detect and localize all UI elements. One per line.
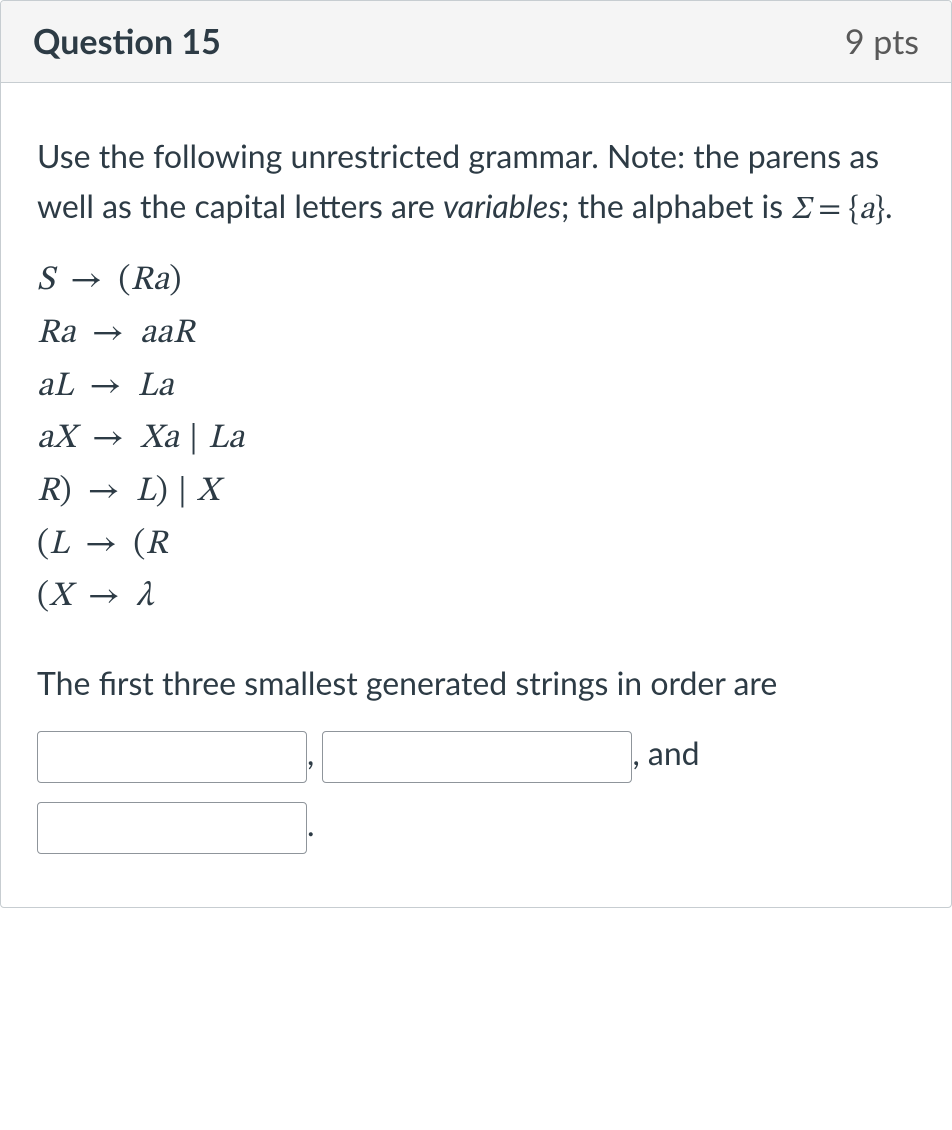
grammar-rhs: aaR [140, 317, 195, 351]
grammar-lhs: aX [37, 422, 76, 456]
intro-text-2: ; the alphabet is [561, 186, 791, 225]
question-header: Question 15 9 pts [1, 1, 951, 83]
arrow-icon: → [80, 466, 128, 519]
answer-lead-text: The first three smallest generated strin… [37, 663, 777, 702]
grammar-row: (L → (R [37, 519, 915, 572]
arrow-icon: → [84, 413, 132, 466]
grammar-lhs: S [37, 264, 54, 298]
grammar-rhs: λ [136, 580, 153, 614]
arrow-icon: → [84, 308, 132, 361]
grammar-row: aL → La [37, 361, 915, 414]
alphabet-a: a [859, 194, 874, 226]
grammar-row: R) → L)|X [37, 466, 915, 519]
grammar-rhs: L)|X [136, 475, 220, 509]
arrow-icon: → [62, 255, 110, 308]
answer-blank-1[interactable] [37, 731, 307, 783]
grammar-row: (X → λ [37, 571, 915, 624]
grammar-rhs: (R [133, 528, 168, 562]
grammar-row: aX → Xa|La [37, 413, 915, 466]
intro-variables-word: variables [443, 186, 561, 225]
grammar-rules: S → (Ra) Ra → aaR aL → La aX → Xa|La R) [37, 255, 915, 624]
answer-comma-1: , [307, 733, 322, 772]
answer-area: The first three smallest generated strin… [37, 648, 915, 859]
grammar-lhs: Ra [37, 317, 76, 351]
question-body: Use the following unrestricted grammar. … [1, 83, 951, 907]
arrow-icon: → [81, 361, 129, 414]
question-intro: Use the following unrestricted grammar. … [37, 131, 915, 235]
arrow-icon: → [80, 571, 128, 624]
sigma-symbol: Σ [791, 194, 810, 226]
pipe-icon: | [179, 413, 208, 466]
grammar-rhs: La [137, 370, 173, 404]
arrow-icon: → [77, 519, 125, 572]
grammar-row: S → (Ra) [37, 255, 915, 308]
answer-blank-3[interactable] [37, 802, 307, 854]
intro-period: . [885, 186, 893, 225]
grammar-row: Ra → aaR [37, 308, 915, 361]
grammar-lhs: aL [37, 370, 73, 404]
grammar-lhs: (L [37, 528, 69, 562]
grammar-rhs: Xa|La [140, 422, 244, 456]
pipe-icon: | [168, 466, 197, 519]
question-title: Question 15 [33, 21, 221, 62]
answer-comma-and: , and [632, 733, 699, 772]
grammar-lhs: R) [37, 475, 72, 509]
answer-blank-2[interactable] [322, 731, 632, 783]
intro-sigma-expr: Σ = {a} [791, 194, 885, 226]
answer-trailing-period: . [307, 804, 315, 843]
question-card: Question 15 9 pts Use the following unre… [0, 0, 952, 908]
question-points: 9 pts [845, 21, 919, 62]
grammar-lhs: (X [37, 580, 72, 614]
grammar-rhs: (Ra) [118, 264, 181, 298]
